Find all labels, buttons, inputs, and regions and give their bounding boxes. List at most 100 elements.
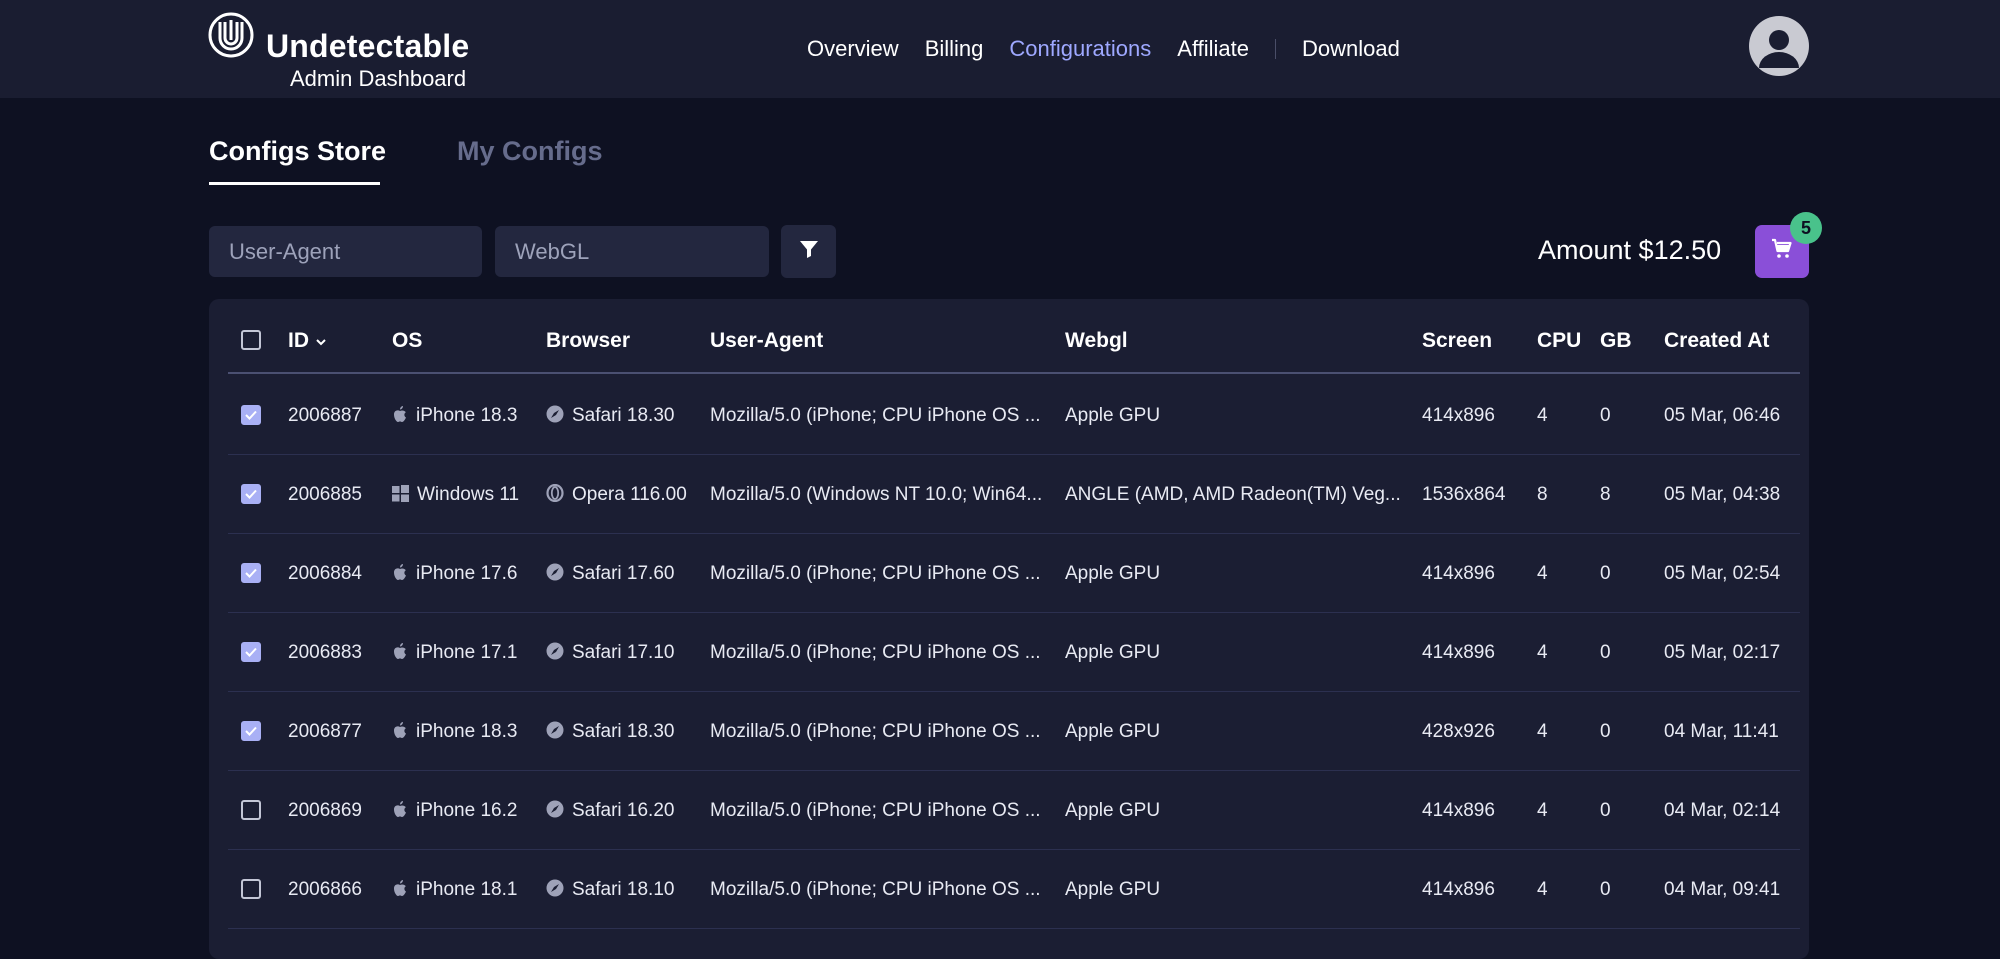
row-webgl: Apple GPU <box>1065 721 1161 742</box>
webgl-filter-input[interactable] <box>495 226 769 277</box>
row-created-at: 04 Mar, 02:14 <box>1664 800 1781 821</box>
table-row-2006869[interactable]: 2006869 iPhone 16.2 Safari 16.20 Mozilla… <box>228 771 1800 850</box>
filter-button[interactable] <box>781 225 836 278</box>
row-os: iPhone 18.3 <box>392 721 517 745</box>
row-os: Windows 11 <box>392 484 519 508</box>
windows-icon <box>392 485 409 508</box>
row-screen: 414x896 <box>1422 879 1495 900</box>
column-header-id[interactable]: ID <box>288 329 327 353</box>
row-id: 2006885 <box>288 484 362 505</box>
row-user-agent: Mozilla/5.0 (Windows NT 10.0; Win64... <box>710 484 1043 505</box>
undetectable-logo-icon <box>208 12 254 58</box>
row-browser: Safari 17.60 <box>546 563 674 587</box>
row-screen: 414x896 <box>1422 405 1495 426</box>
row-gb: 8 <box>1600 484 1611 505</box>
row-checkbox[interactable] <box>241 484 261 504</box>
row-checkbox[interactable] <box>241 879 261 899</box>
column-header-screen: Screen <box>1422 329 1493 352</box>
active-tab-indicator <box>209 182 380 185</box>
brand-name: Undetectable <box>266 28 470 64</box>
safari-icon <box>546 800 564 824</box>
nav-billing[interactable]: Billing <box>925 36 984 62</box>
row-webgl: Apple GPU <box>1065 800 1161 821</box>
row-checkbox[interactable] <box>241 405 261 425</box>
row-checkbox[interactable] <box>241 563 261 583</box>
row-cpu: 4 <box>1537 721 1548 742</box>
row-cpu: 4 <box>1537 642 1548 663</box>
row-os: iPhone 17.1 <box>392 642 517 666</box>
tab-configs-store[interactable]: Configs Store <box>209 136 386 167</box>
nav-divider <box>1275 39 1277 59</box>
sort-chevron-down-icon[interactable] <box>315 329 327 353</box>
row-gb: 0 <box>1600 800 1611 821</box>
table-row-2006884[interactable]: 2006884 iPhone 17.6 Safari 17.60 Mozilla… <box>228 534 1800 613</box>
row-browser-label: Safari 17.60 <box>572 563 675 584</box>
main-nav: Overview Billing Configurations Affiliat… <box>807 32 1426 66</box>
shopping-cart-icon <box>1770 237 1794 266</box>
user-agent-filter-input[interactable] <box>209 226 482 277</box>
column-header-browser: Browser <box>546 329 631 352</box>
row-id: 2006883 <box>288 642 362 663</box>
cart-amount: Amount $12.50 <box>1538 235 1722 265</box>
row-created-at: 05 Mar, 04:38 <box>1664 484 1781 505</box>
row-os-label: iPhone 17.6 <box>416 563 518 584</box>
row-screen: 428x926 <box>1422 721 1495 742</box>
row-cpu: 4 <box>1537 800 1548 821</box>
row-checkbox[interactable] <box>241 721 261 741</box>
apple-icon <box>392 563 408 587</box>
row-id: 2006877 <box>288 721 362 742</box>
row-created-at: 05 Mar, 02:54 <box>1664 563 1781 584</box>
column-header-os: OS <box>392 329 423 352</box>
table-row-2006866[interactable]: 2006866 iPhone 18.1 Safari 18.10 Mozilla… <box>228 850 1800 929</box>
row-os-label: iPhone 18.1 <box>416 879 518 900</box>
row-id: 2006887 <box>288 405 362 426</box>
nav-affiliate[interactable]: Affiliate <box>1177 36 1249 62</box>
row-cpu: 8 <box>1537 484 1548 505</box>
table-row-2006887[interactable]: 2006887 iPhone 18.3 Safari 18.30 Mozilla… <box>228 376 1800 455</box>
row-browser: Safari 17.10 <box>546 642 674 666</box>
row-cpu: 4 <box>1537 879 1548 900</box>
table-row-2006883[interactable]: 2006883 iPhone 17.1 Safari 17.10 Mozilla… <box>228 613 1800 692</box>
safari-icon <box>546 563 564 587</box>
row-os-label: iPhone 17.1 <box>416 642 518 663</box>
row-os: iPhone 17.6 <box>392 563 517 587</box>
row-cpu: 4 <box>1537 563 1548 584</box>
table-header: ID OS Browser User-Agent Webgl Screen CP… <box>228 299 1800 374</box>
row-user-agent: Mozilla/5.0 (iPhone; CPU iPhone OS ... <box>710 642 1041 663</box>
row-id: 2006869 <box>288 800 362 821</box>
row-browser-label: Safari 16.20 <box>572 800 675 821</box>
configs-table: ID OS Browser User-Agent Webgl Screen CP… <box>209 299 1809 959</box>
opera-icon <box>546 483 564 508</box>
row-browser-label: Safari 18.30 <box>572 405 675 426</box>
filter-icon <box>799 239 819 264</box>
row-browser: Opera 116.00 <box>546 483 687 508</box>
row-cpu: 4 <box>1537 405 1548 426</box>
nav-overview[interactable]: Overview <box>807 36 899 62</box>
table-row-2006877[interactable]: 2006877 iPhone 18.3 Safari 18.30 Mozilla… <box>228 692 1800 771</box>
table-row-2006885[interactable]: 2006885 Windows 11 Opera 116.00 Mozilla/… <box>228 455 1800 534</box>
row-checkbox[interactable] <box>241 642 261 662</box>
nav-configurations[interactable]: Configurations <box>1009 36 1151 62</box>
row-screen: 414x896 <box>1422 563 1495 584</box>
row-created-at: 04 Mar, 09:41 <box>1664 879 1781 900</box>
user-avatar-icon[interactable] <box>1749 16 1809 76</box>
brand-subtitle: Admin Dashboard <box>290 66 467 91</box>
safari-icon <box>546 721 564 745</box>
row-webgl: Apple GPU <box>1065 405 1161 426</box>
row-user-agent: Mozilla/5.0 (iPhone; CPU iPhone OS ... <box>710 405 1041 426</box>
tab-my-configs[interactable]: My Configs <box>457 136 603 167</box>
column-header-gb: GB <box>1600 329 1632 352</box>
row-screen: 1536x864 <box>1422 484 1506 505</box>
row-screen: 414x896 <box>1422 642 1495 663</box>
row-browser: Safari 18.30 <box>546 721 674 745</box>
row-checkbox[interactable] <box>241 800 261 820</box>
row-id: 2006884 <box>288 563 362 584</box>
nav-download[interactable]: Download <box>1302 36 1400 62</box>
row-browser: Safari 18.10 <box>546 879 674 903</box>
row-user-agent: Mozilla/5.0 (iPhone; CPU iPhone OS ... <box>710 721 1041 742</box>
row-os: iPhone 18.3 <box>392 405 517 429</box>
row-screen: 414x896 <box>1422 800 1495 821</box>
row-gb: 0 <box>1600 721 1611 742</box>
select-all-checkbox[interactable] <box>241 330 261 350</box>
row-browser-label: Safari 18.10 <box>572 879 675 900</box>
